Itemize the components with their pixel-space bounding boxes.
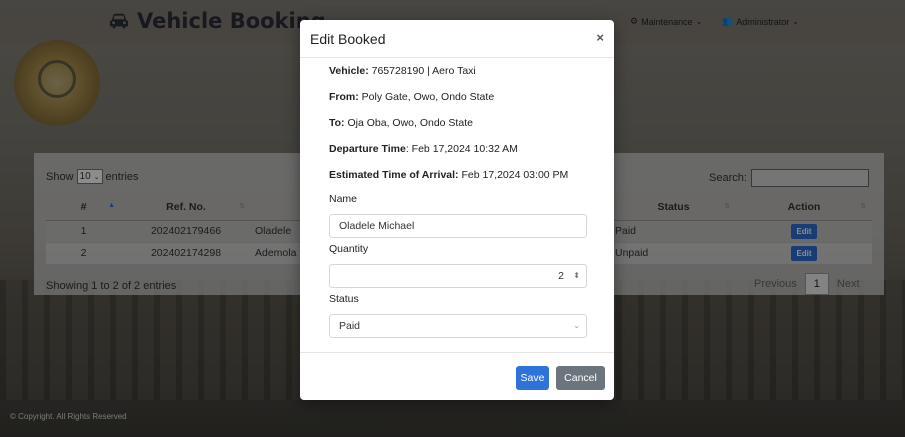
- cancel-button[interactable]: Cancel: [556, 366, 605, 390]
- close-icon[interactable]: ×: [596, 30, 604, 45]
- spinner-icon[interactable]: ⬍: [573, 265, 580, 287]
- detail-departure-time: Departure Time: Feb 17,2024 10:32 AM: [329, 143, 518, 155]
- detail-from: From: Poly Gate, Owo, Ondo State: [329, 91, 495, 103]
- status-label: Status: [329, 293, 359, 305]
- status-select-value: Paid: [339, 320, 361, 332]
- modal-header: Edit Booked ×: [300, 20, 614, 58]
- modal-title: Edit Booked: [310, 31, 386, 47]
- quantity-label: Quantity: [329, 243, 369, 255]
- name-label: Name: [329, 193, 358, 205]
- chevron-down-icon: ⌄: [573, 321, 580, 330]
- quantity-value: 2: [558, 270, 564, 282]
- modal-footer: Save Cancel: [300, 352, 614, 400]
- status-select[interactable]: Paid ⌄: [329, 314, 587, 338]
- save-button[interactable]: Save: [516, 366, 549, 390]
- detail-vehicle: Vehicle: 765728190 | Aero Taxi: [329, 65, 476, 77]
- detail-to: To: Oja Oba, Owo, Ondo State: [329, 117, 473, 129]
- quantity-stepper[interactable]: 2 ⬍: [329, 264, 587, 288]
- edit-booked-modal: Edit Booked × Vehicle: 765728190 | Aero …: [300, 20, 614, 400]
- name-input[interactable]: Oladele Michael: [329, 214, 587, 238]
- detail-eta: Estimated Time of Arrival: Feb 17,2024 0…: [329, 169, 569, 181]
- modal-body: Vehicle: 765728190 | Aero Taxi From: Pol…: [329, 58, 587, 338]
